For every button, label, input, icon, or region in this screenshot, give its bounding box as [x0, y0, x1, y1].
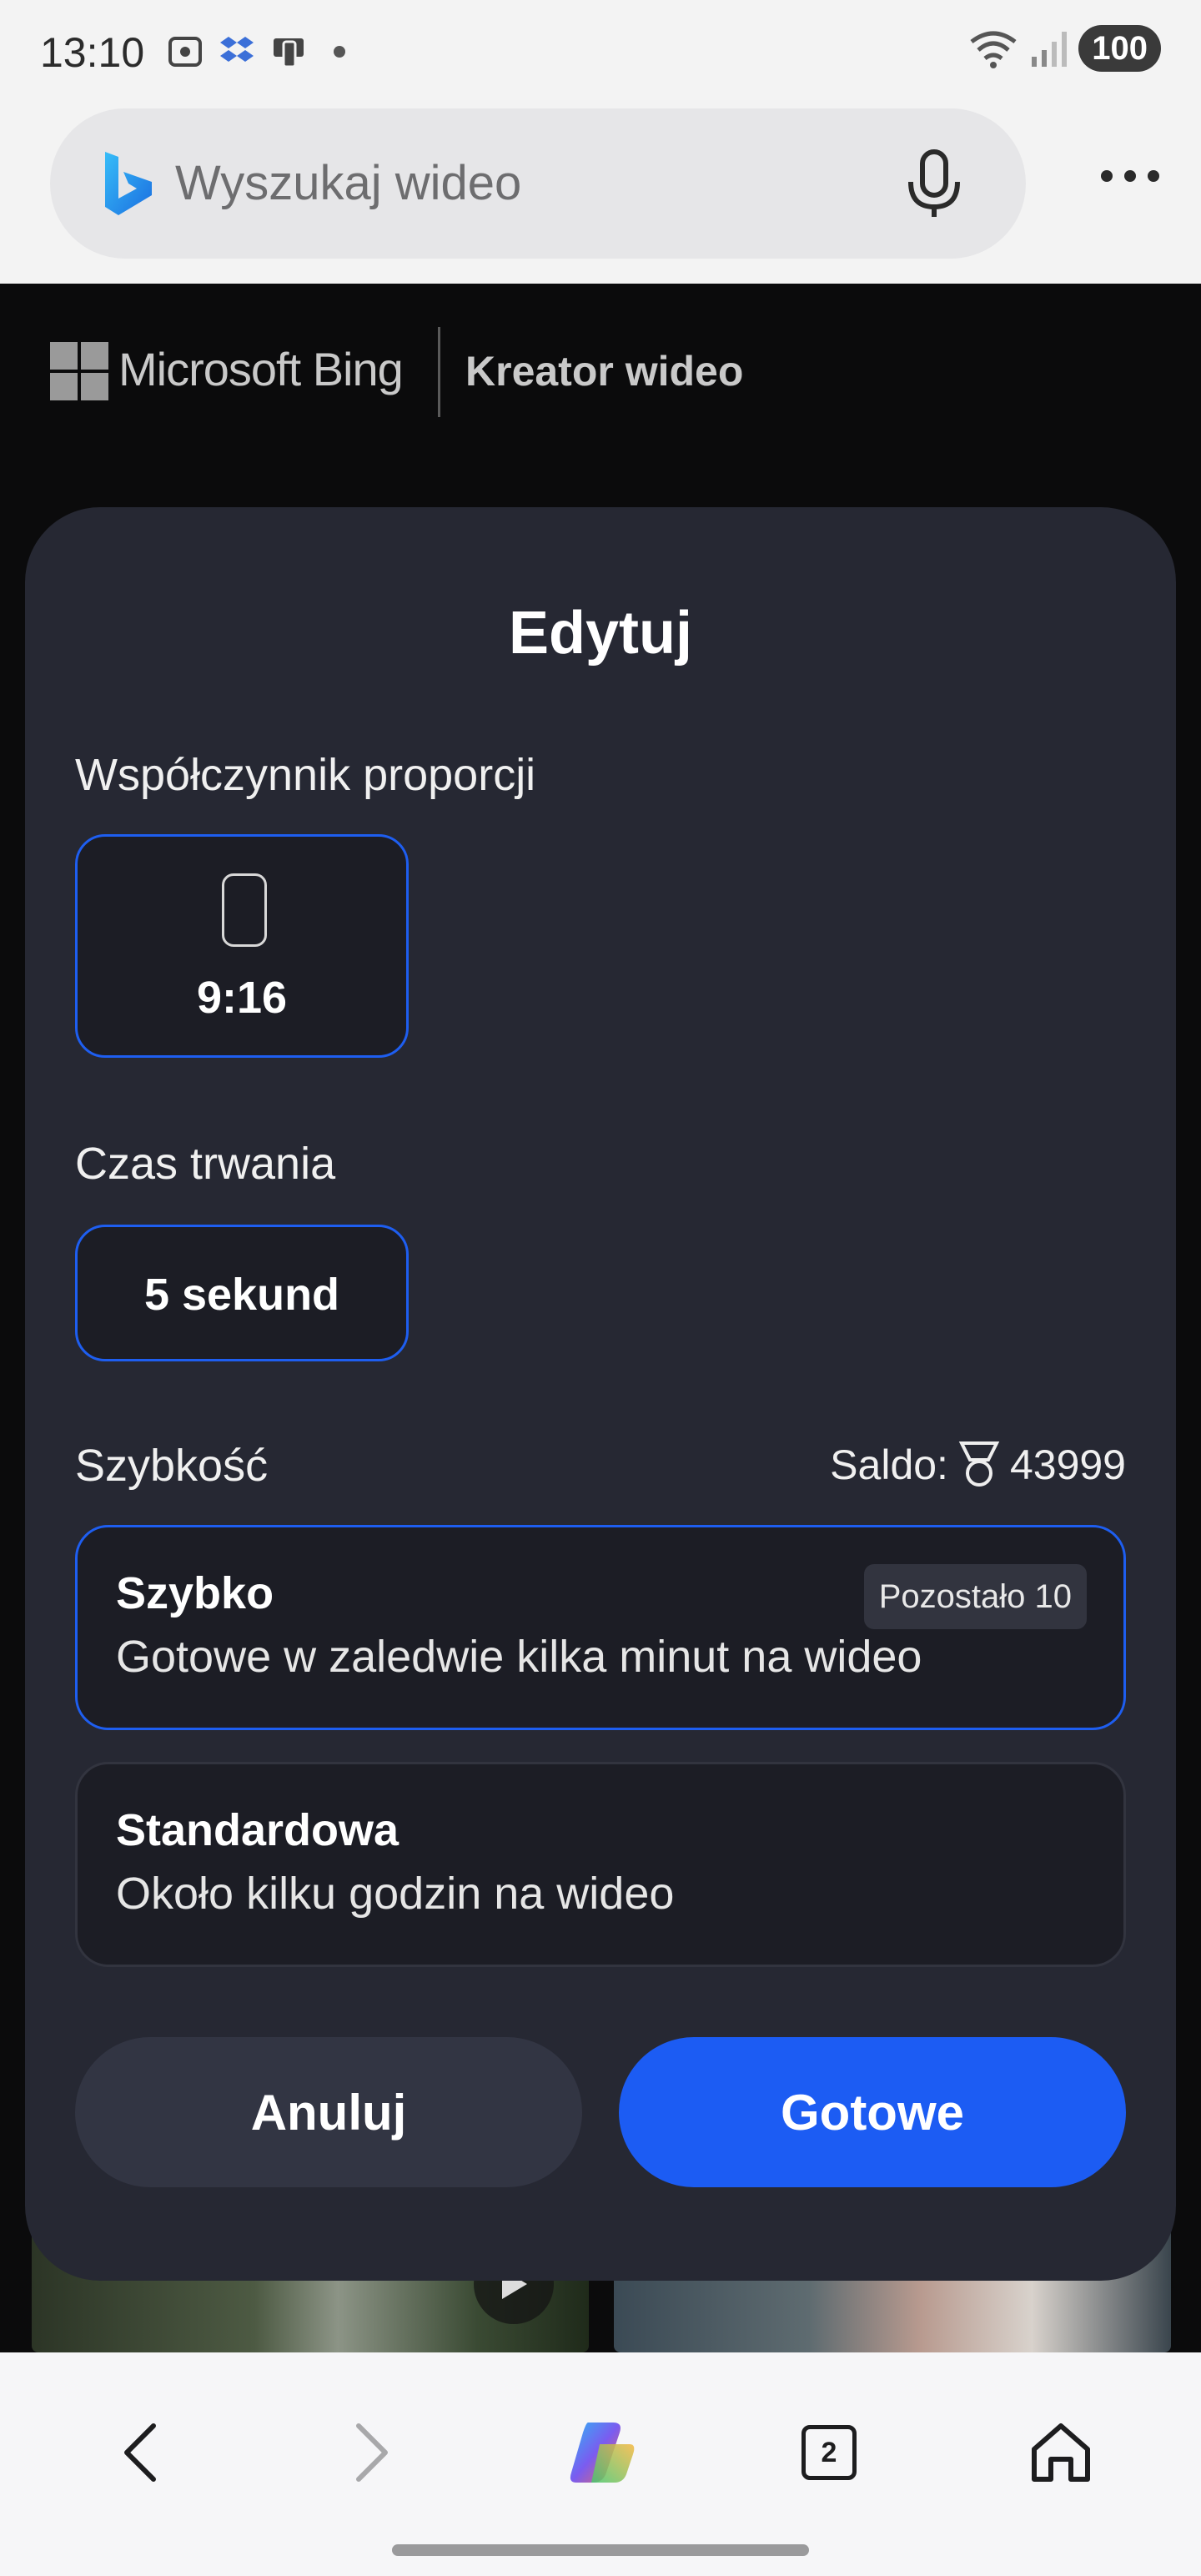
signal-icon	[1032, 32, 1068, 67]
edit-dialog: Edytuj Współczynnik proporcji 9:16 Czas …	[25, 507, 1176, 2281]
cancel-button[interactable]: Anuluj	[75, 2037, 582, 2187]
dialog-title: Edytuj	[508, 600, 692, 667]
aspect-ratio-option[interactable]: 9:16	[75, 834, 409, 1058]
back-button[interactable]	[98, 2411, 182, 2494]
status-time: 13:10	[40, 29, 145, 76]
device-icon	[274, 38, 304, 68]
copilot-button[interactable]	[559, 2411, 642, 2494]
home-button[interactable]	[1019, 2411, 1103, 2494]
duration-option[interactable]: 5 sekund	[75, 1225, 409, 1361]
copilot-icon	[570, 2423, 635, 2483]
speed-option-standard[interactable]: Standardowa Około kilku godzin na wideo	[75, 1762, 1126, 1967]
search-input[interactable]: Wyszukaj wideo	[175, 155, 521, 211]
section-title[interactable]: Kreator wideo	[465, 347, 743, 395]
browser-toolbar: Wyszukaj wideo	[0, 108, 1201, 284]
screenshot-icon	[168, 37, 202, 67]
header-divider	[438, 327, 440, 417]
status-right: 100	[968, 25, 1161, 72]
status-dot	[334, 46, 345, 58]
aspect-ratio-value: 9:16	[196, 973, 288, 1023]
duration-value: 5 sekund	[143, 1270, 340, 1320]
tabs-icon: 2	[802, 2425, 857, 2480]
gesture-bar	[392, 2544, 809, 2556]
speed-option-name: Szybko	[116, 1568, 274, 1618]
speed-option-fast[interactable]: Szybko Pozostało 10 Gotowe w zaledwie ki…	[75, 1525, 1126, 1730]
bing-logo-icon	[105, 152, 152, 215]
phone-portrait-icon	[222, 873, 267, 947]
remaining-badge: Pozostało 10	[863, 1564, 1087, 1629]
microsoft-logo-icon	[50, 342, 108, 400]
brand-name[interactable]: Microsoft Bing	[118, 342, 404, 396]
microphone-icon[interactable]	[901, 147, 967, 220]
browser-bottom-nav: 2	[0, 2352, 1201, 2576]
back-arrow-icon	[124, 2423, 156, 2482]
speed-option-name: Standardowa	[116, 1805, 399, 1855]
wifi-icon	[970, 31, 1017, 68]
more-icon[interactable]	[1093, 164, 1168, 189]
forward-button[interactable]	[330, 2411, 414, 2494]
battery-indicator: 100	[1078, 25, 1161, 72]
balance-prefix: Saldo:	[830, 1441, 948, 1488]
balance-value: 43999	[1009, 1441, 1126, 1488]
aspect-ratio-label: Współczynnik proporcji	[75, 750, 536, 800]
dropbox-icon	[220, 37, 254, 62]
tabs-button[interactable]: 2	[787, 2411, 871, 2494]
speed-label: Szybkość	[75, 1441, 269, 1491]
medal-icon	[958, 1441, 1000, 1487]
status-bar: 13:10 100	[0, 0, 1201, 108]
bing-header: Microsoft Bing Kreator wideo	[0, 284, 1201, 492]
duration-label: Czas trwania	[75, 1139, 336, 1189]
home-icon	[1032, 2423, 1090, 2482]
status-notification-icons	[165, 32, 345, 72]
speed-option-description: Około kilku godzin na wideo	[116, 1869, 675, 1919]
search-bar[interactable]: Wyszukaj wideo	[50, 108, 1026, 259]
speed-option-description: Gotowe w zaledwie kilka minut na wideo	[116, 1632, 922, 1682]
done-button[interactable]: Gotowe	[619, 2037, 1126, 2187]
balance: Saldo: 43999	[830, 1440, 1126, 1490]
forward-arrow-icon	[356, 2423, 388, 2482]
